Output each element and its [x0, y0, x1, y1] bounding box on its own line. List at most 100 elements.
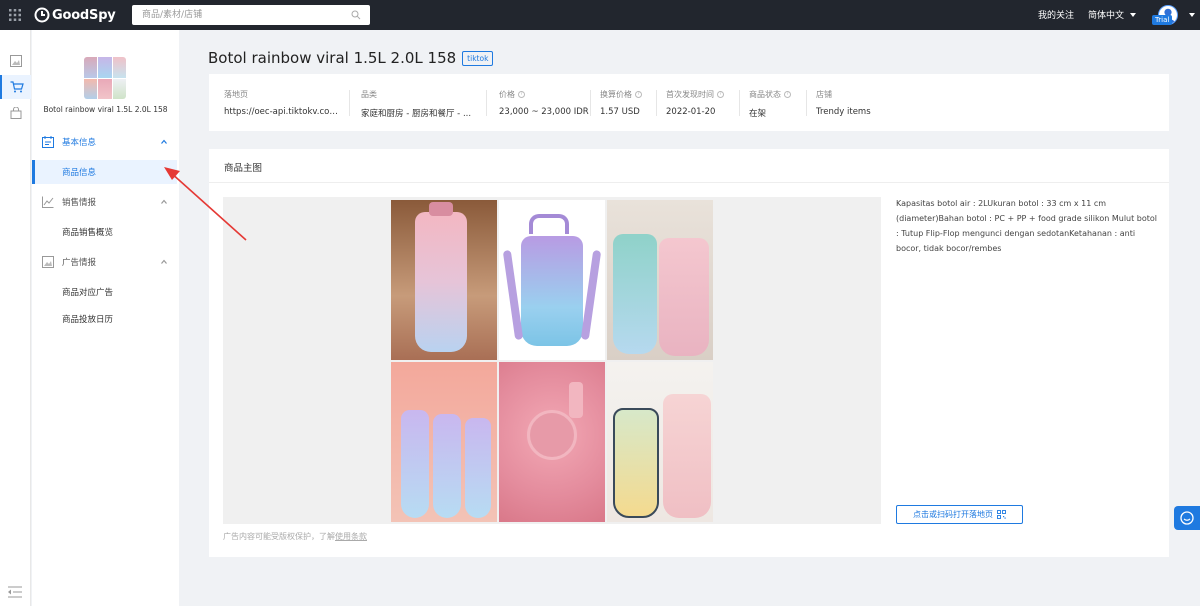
user-menu[interactable]: Trial	[1152, 4, 1195, 26]
icon-rail	[0, 30, 31, 606]
sidebar-item-ad-calendar[interactable]: 商品投放日历	[32, 307, 179, 331]
line-chart-icon	[42, 196, 54, 208]
info-label: 品类	[361, 90, 377, 99]
group-ad-intel[interactable]: 广告情报	[32, 250, 179, 274]
rail-products[interactable]	[0, 75, 31, 99]
product-image[interactable]	[391, 200, 497, 360]
store-link[interactable]: Trendy items	[816, 107, 916, 117]
info-value: 23,000 ~ 23,000 IDR	[499, 107, 589, 117]
info-status: 商品状态? 在架	[749, 89, 804, 119]
product-title: Botol rainbow viral 1.5L 2.0L 158	[208, 49, 457, 67]
info-label: 店铺	[816, 90, 832, 99]
rail-creative[interactable]	[0, 49, 31, 73]
divider	[656, 90, 657, 116]
global-search	[132, 5, 370, 25]
chat-icon	[1180, 511, 1194, 525]
help-icon[interactable]: ?	[518, 91, 525, 98]
group-label: 广告情报	[62, 258, 97, 268]
info-value: 1.57 USD	[600, 107, 640, 117]
sidebar-item-label: 商品投放日历	[62, 315, 114, 325]
app-grid-icon[interactable]	[9, 9, 21, 21]
product-image[interactable]	[607, 362, 713, 522]
sidebar-item-label: 商品信息	[62, 168, 97, 178]
button-label: 点击或扫码打开落地页	[913, 510, 993, 519]
divider	[486, 90, 487, 116]
top-bar: GoodSpy 我的关注 简体中文 Trial	[0, 0, 1200, 30]
group-label: 销售情报	[62, 198, 97, 208]
cart-icon	[10, 81, 24, 93]
info-store: 店铺 Trendy items	[816, 89, 916, 119]
support-chat-button[interactable]	[1174, 506, 1200, 530]
sidebar-item-related-ads[interactable]: 商品对应广告	[32, 280, 179, 304]
goodspy-logo-icon	[34, 7, 50, 23]
platform-tag: tiktok	[462, 50, 494, 66]
chevron-up-icon	[161, 259, 167, 264]
info-category: 品类 家庭和厨房 - 厨房和餐厅 - ...	[361, 89, 479, 119]
open-landing-page-button[interactable]: 点击或扫码打开落地页	[896, 505, 1023, 524]
search-icon[interactable]	[351, 10, 361, 20]
info-first-seen: 首次发现时间? 2022-01-20	[666, 89, 736, 119]
info-label: 价格	[499, 90, 515, 99]
sidebar-item-label: 商品对应广告	[62, 288, 114, 298]
divider	[349, 90, 350, 116]
info-price: 价格? 23,000 ~ 23,000 IDR	[499, 89, 589, 119]
rail-store[interactable]	[0, 101, 31, 125]
chevron-down-icon	[1130, 12, 1137, 17]
product-image[interactable]	[499, 200, 605, 360]
divider	[590, 90, 591, 116]
main-images-card: 商品主图 Kapasitas botol air: 2LUkuran boto…	[209, 149, 1169, 557]
info-value: 家庭和厨房 - 厨房和餐厅 - ...	[361, 109, 472, 119]
chevron-down-icon	[1189, 13, 1195, 17]
disclaimer-text: 广告内容可能受版权保护，了解	[223, 532, 335, 541]
info-label: 首次发现时间	[666, 90, 714, 99]
info-landing: 落地页 https://oec-api.tiktokv.com/v...	[224, 89, 342, 119]
sidebar-item-product-info[interactable]: 商品信息	[32, 160, 177, 184]
brand-name: GoodSpy	[52, 7, 116, 23]
collapse-menu-icon[interactable]	[8, 586, 22, 598]
group-label: 基本信息	[62, 138, 97, 148]
group-sales-intel[interactable]: 销售情报	[32, 190, 179, 214]
product-info-card: 落地页 https://oec-api.tiktokv.com/v... 品类 …	[209, 74, 1169, 131]
info-converted-price: 换算价格? 1.57 USD	[600, 89, 658, 119]
help-icon[interactable]: ?	[717, 91, 724, 98]
product-thumbnail	[84, 57, 126, 99]
group-basic-info[interactable]: 基本信息	[32, 130, 179, 154]
chevron-up-icon	[161, 139, 167, 144]
language-selector[interactable]: 简体中文	[1088, 8, 1137, 21]
product-image[interactable]	[607, 200, 713, 360]
chevron-up-icon	[161, 199, 167, 204]
terms-of-use-link[interactable]: 使用条款	[335, 532, 367, 541]
product-image[interactable]	[499, 362, 605, 522]
info-value: 2022-01-20	[666, 107, 716, 117]
sidebar-item-label: 商品销售概览	[62, 228, 114, 238]
trial-badge: Trial	[1152, 15, 1173, 25]
help-icon[interactable]: ?	[784, 91, 791, 98]
page-title: Botol rainbow viral 1.5L 2.0L 158 tiktok	[208, 49, 494, 67]
search-input[interactable]	[132, 5, 347, 25]
product-image[interactable]	[391, 362, 497, 522]
product-sidebar: Botol rainbow viral 1.5L 2.0L 158 基本信息 商…	[32, 30, 179, 606]
image-icon	[9, 55, 22, 67]
divider	[739, 90, 740, 116]
section-title: 商品主图	[224, 163, 263, 174]
product-image-gallery	[391, 200, 714, 522]
divider	[806, 90, 807, 116]
bag-icon	[10, 107, 21, 119]
brand-logo[interactable]: GoodSpy	[34, 5, 116, 25]
sidebar-item-sales-overview[interactable]: 商品销售概览	[32, 220, 179, 244]
sidebar-product-name: Botol rainbow viral 1.5L 2.0L 158	[43, 105, 168, 114]
image-icon	[42, 256, 54, 268]
my-follow-link[interactable]: 我的关注	[1038, 8, 1074, 21]
qr-code-icon	[997, 510, 1006, 519]
help-icon[interactable]: ?	[635, 91, 642, 98]
info-value: 在架	[749, 109, 767, 119]
language-label: 简体中文	[1088, 11, 1125, 21]
info-label: 落地页	[224, 90, 248, 99]
divider	[209, 182, 1169, 183]
info-label: 换算价格	[600, 90, 632, 99]
product-description: Kapasitas botol air : 2LUkuran botol : 3…	[896, 199, 1158, 253]
info-card-icon	[42, 136, 54, 148]
landing-url-link[interactable]: https://oec-api.tiktokv.com/v...	[224, 107, 342, 117]
copyright-disclaimer: 广告内容可能受版权保护，了解使用条款	[223, 531, 367, 542]
info-label: 商品状态	[749, 90, 781, 99]
